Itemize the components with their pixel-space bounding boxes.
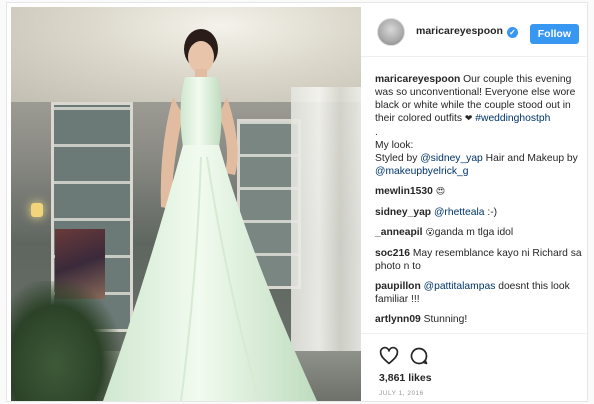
post-header: maricareyespoon ✓ Follow xyxy=(361,7,589,57)
caption-dot: . xyxy=(375,127,378,138)
caption-styled-tag[interactable]: @sidney_yap xyxy=(420,153,483,164)
caption-credits: Styled by @sidney_yap Hair and Makeup by… xyxy=(375,152,587,178)
header-username-text[interactable]: maricareyespoon xyxy=(416,25,503,37)
comment-item: paupillon @pattitalampas doesnt this loo… xyxy=(375,280,587,306)
action-icons xyxy=(379,346,429,366)
instagram-post: maricareyespoon ✓ Follow maricareyespoon … xyxy=(6,2,589,402)
comment-text: Stunning! xyxy=(423,314,468,325)
comment-mention[interactable]: @rhetteala xyxy=(434,207,485,218)
post-date[interactable]: JULY 1, 2016 xyxy=(379,390,424,397)
likes-count[interactable]: 3,861 likes xyxy=(379,372,432,384)
caption-styled-by: Styled by xyxy=(375,153,418,164)
caption-look-line: My look: xyxy=(375,140,414,151)
comment-emoji: 😮 xyxy=(425,228,435,238)
comment-text: :-) xyxy=(487,207,498,218)
comment-username[interactable]: paupillon xyxy=(375,281,421,292)
photo-bride-figure xyxy=(103,29,317,401)
comment-text: 😍 xyxy=(435,187,446,197)
comment-item: artlynn09 Stunning! xyxy=(375,313,587,326)
follow-button[interactable]: Follow xyxy=(529,24,579,44)
comment-item: soc216 May resemblance kayo ni Richard s… xyxy=(375,247,587,273)
avatar[interactable] xyxy=(377,17,405,46)
comment-username[interactable]: sidney_yap xyxy=(375,207,431,218)
caption-makeup-tag[interactable]: @makeupbyelrick_g xyxy=(375,166,468,177)
comments-section: maricareyespoon Our couple this evening … xyxy=(375,73,587,333)
comment-mention[interactable]: @pattitalampas xyxy=(424,281,496,292)
comment-username[interactable]: artlynn09 xyxy=(375,314,421,325)
caption-username[interactable]: maricareyespoon xyxy=(375,74,460,85)
caption-hashtag[interactable]: #weddinghostph xyxy=(475,113,550,124)
comment-username[interactable]: soc216 xyxy=(375,248,410,259)
post-actions: 3,861 likes JULY 1, 2016 xyxy=(361,333,589,397)
heart-emoji: ❤ xyxy=(464,114,473,124)
comment-text: ganda m tlga idol xyxy=(434,227,514,238)
comment-item: _anneapil 😮ganda m tlga idol xyxy=(375,226,587,240)
post-photo[interactable] xyxy=(11,7,361,401)
heart-outline-icon[interactable] xyxy=(379,346,399,366)
caption: maricareyespoon Our couple this evening … xyxy=(375,73,587,178)
header-username[interactable]: maricareyespoon ✓ xyxy=(416,25,518,38)
comment-username[interactable]: _anneapil xyxy=(375,227,423,238)
comment-item: mewlin1530 😍 xyxy=(375,185,587,199)
comment-username[interactable]: mewlin1530 xyxy=(375,186,433,197)
speech-bubble-icon[interactable] xyxy=(409,346,429,366)
comment-item: sidney_yap @rhetteala :-) xyxy=(375,206,587,219)
verified-badge-icon: ✓ xyxy=(506,27,518,38)
caption-hair-makeup: Hair and Makeup by xyxy=(485,153,578,164)
